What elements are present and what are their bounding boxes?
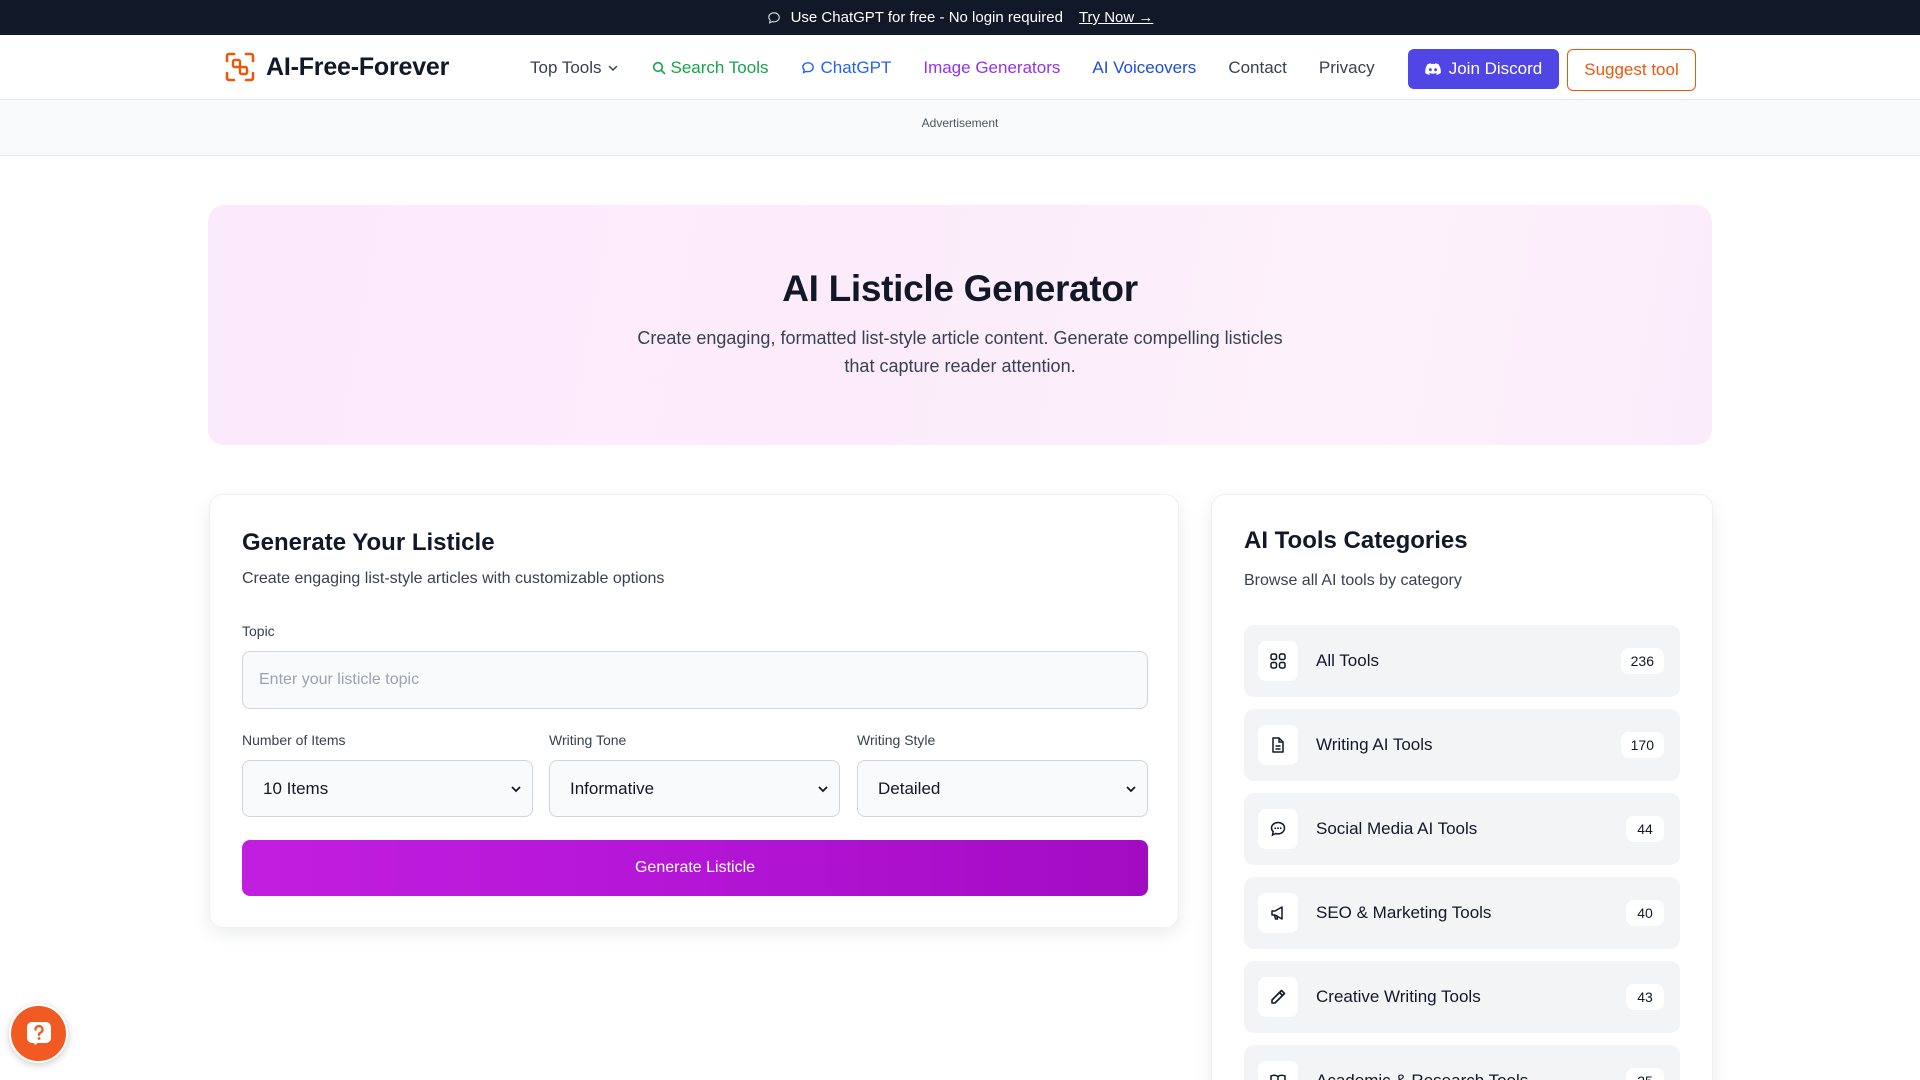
style-label: Writing Style [857, 732, 936, 748]
nav-search-tools-label: Search Tools [670, 57, 769, 77]
join-discord-button[interactable]: Join Discord [1408, 49, 1559, 89]
nav-chatgpt-label: ChatGPT [820, 57, 892, 77]
category-count-badge: 44 [1626, 816, 1664, 842]
logo-icon [225, 52, 255, 82]
category-count-badge: 40 [1626, 900, 1664, 926]
hero-section: AI Listicle Generator Create engaging, f… [208, 205, 1712, 445]
style-select[interactable]: Detailed [857, 760, 1148, 817]
megaphone-icon [1271, 906, 1283, 920]
items-select-value: 10 Items [263, 778, 329, 798]
advertisement-label: Advertisement [921, 116, 999, 130]
items-label: Number of Items [242, 732, 346, 748]
document-icon [1272, 737, 1284, 753]
categories-subtitle: Browse all AI tools by category [1244, 572, 1462, 589]
chevron-down-icon [511, 786, 521, 792]
category-name: Social Media AI Tools [1316, 819, 1478, 838]
category-count-badge: 236 [1620, 648, 1664, 674]
category-count-badge: 25 [1626, 1068, 1664, 1080]
nav-image-generators[interactable]: Image Generators [923, 58, 1060, 78]
chevron-down-icon [1126, 786, 1136, 792]
listicle-form-card: Generate Your Listicle Create engaging l… [209, 494, 1179, 928]
nav-search-tools[interactable]: Search Tools [652, 57, 769, 78]
grid-icon [1270, 653, 1286, 669]
categories-panel: AI Tools Categories Browse all AI tools … [1211, 494, 1713, 1080]
pencil-icon [1271, 989, 1286, 1004]
nav-top-tools-label: Top Tools [530, 57, 602, 77]
suggest-tool-button[interactable]: Suggest tool [1567, 49, 1696, 91]
topic-input[interactable] [242, 651, 1148, 709]
tone-label: Writing Tone [549, 732, 627, 748]
category-item-social-media-ai-tools[interactable]: Social Media AI Tools 44 [1244, 793, 1680, 865]
nav-chatgpt[interactable]: ChatGPT [801, 58, 891, 78]
generate-listicle-label: Generate Listicle [634, 859, 756, 876]
nav-links: Top Tools Search Tools ChatGPT Image Gen… [530, 35, 1375, 100]
chevron-down-icon [608, 65, 617, 71]
nav-privacy-label: Privacy [1318, 57, 1375, 77]
categories-title: AI Tools Categories [1244, 527, 1468, 554]
nav-ai-voiceovers-label: AI Voiceovers [1092, 57, 1197, 77]
nav-image-generators-label: Image Generators [923, 57, 1061, 77]
chat-bubble-icon [802, 61, 815, 74]
form-subtitle: Create engaging list-style articles with… [242, 570, 665, 587]
nav-contact-label: Contact [1228, 57, 1287, 77]
category-item-writing-ai-tools[interactable]: Writing AI Tools 170 [1244, 709, 1680, 781]
tone-select[interactable]: Informative [549, 760, 840, 817]
category-name: Creative Writing Tools [1316, 987, 1481, 1006]
tone-select-value: Informative [570, 778, 655, 798]
category-count-badge: 43 [1626, 984, 1664, 1010]
banner-text: Use ChatGPT for free - No login required [790, 9, 1063, 26]
items-select[interactable]: 10 Items [242, 760, 533, 817]
nav-privacy[interactable]: Privacy [1319, 58, 1375, 78]
book-icon [1270, 1074, 1286, 1080]
category-name: Writing AI Tools [1316, 735, 1433, 754]
category-item-seo-marketing-tools[interactable]: SEO & Marketing Tools 40 [1244, 877, 1680, 949]
style-select-value: Detailed [878, 778, 941, 798]
category-item-all-tools[interactable]: All Tools 236 [1244, 625, 1680, 697]
category-name: All Tools [1316, 651, 1379, 670]
discord-icon [1424, 62, 1441, 75]
form-title: Generate Your Listicle [242, 529, 495, 556]
chat-bubble-icon [1270, 821, 1286, 837]
chevron-down-icon [818, 786, 828, 792]
try-now-link[interactable]: Try Now → [1079, 9, 1153, 26]
category-item-academic-research-tools[interactable]: Academic & Research Tools 25 [1244, 1045, 1680, 1080]
help-icon [26, 1021, 51, 1045]
advertisement-area: Advertisement [0, 100, 1920, 156]
brand-logo-link[interactable]: AI-Free-Forever [224, 51, 449, 83]
category-name: SEO & Marketing Tools [1316, 903, 1492, 922]
nav-top-tools[interactable]: Top Tools [530, 58, 619, 78]
category-count-badge: 170 [1620, 732, 1664, 758]
page-title: AI Listicle Generator [782, 268, 1138, 309]
join-discord-label: Join Discord [1448, 59, 1543, 78]
chat-bubble-icon [767, 11, 780, 24]
top-navigation: AI-Free-Forever Top Tools Search Tools C… [0, 35, 1920, 100]
search-icon [652, 61, 665, 74]
brand-name: AI-Free-Forever [266, 52, 450, 81]
page-description: Create engaging, formatted list-style ar… [637, 328, 1283, 376]
suggest-tool-label: Suggest tool [1584, 60, 1679, 79]
generate-listicle-button[interactable]: Generate Listicle [242, 840, 1148, 896]
nav-contact[interactable]: Contact [1228, 58, 1287, 78]
nav-ai-voiceovers[interactable]: AI Voiceovers [1092, 58, 1196, 78]
help-chat-button[interactable] [9, 1004, 68, 1063]
category-name: Academic & Research Tools [1316, 1071, 1626, 1080]
promo-banner: Use ChatGPT for free - No login required… [0, 0, 1920, 35]
category-item-creative-writing-tools[interactable]: Creative Writing Tools 43 [1244, 961, 1680, 1033]
topic-label: Topic [242, 623, 275, 639]
